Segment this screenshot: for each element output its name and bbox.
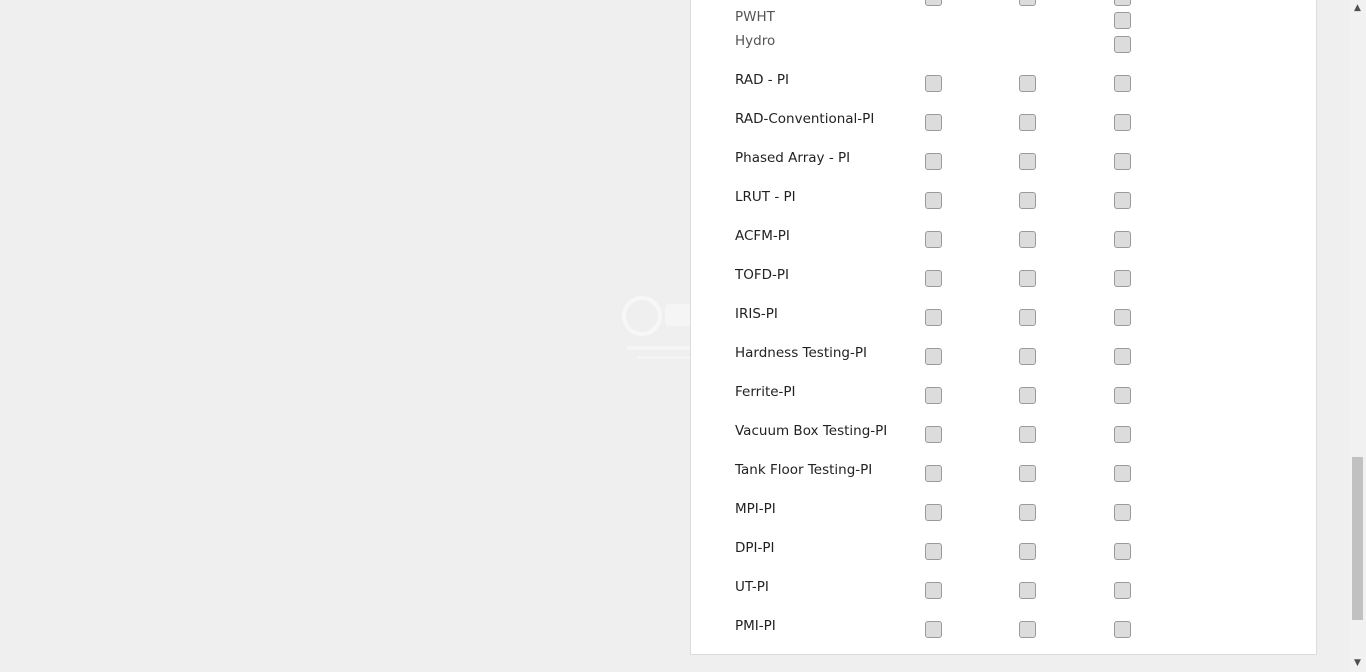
checkbox-col-2[interactable] bbox=[1019, 543, 1036, 560]
page: PWHT Hydro RAD - PI RAD-Conventional-PI … bbox=[0, 0, 1366, 672]
checkbox-col-1[interactable] bbox=[925, 75, 942, 92]
list-item-lrut-pi: LRUT - PI bbox=[735, 187, 1155, 211]
row-label: MPI-PI bbox=[735, 501, 776, 517]
list-item-rad-pi: RAD - PI bbox=[735, 70, 1155, 94]
checkbox-col-3[interactable] bbox=[1114, 192, 1131, 209]
checkbox-col-2[interactable] bbox=[1019, 504, 1036, 521]
row-label: Ferrite-PI bbox=[735, 384, 796, 400]
checkbox-col-1[interactable] bbox=[925, 270, 942, 287]
checkbox-col-2[interactable] bbox=[1019, 387, 1036, 404]
checkbox-col-2[interactable] bbox=[1019, 114, 1036, 131]
checkbox-col-2[interactable] bbox=[1019, 426, 1036, 443]
checkbox-col-1[interactable] bbox=[925, 426, 942, 443]
checkbox-col-3[interactable] bbox=[1114, 348, 1131, 365]
checkbox-col-3[interactable] bbox=[1114, 114, 1131, 131]
checkbox-col-3[interactable] bbox=[1114, 75, 1131, 92]
checkbox-col-1[interactable] bbox=[925, 309, 942, 326]
checkbox-col-3[interactable] bbox=[1114, 543, 1131, 560]
row-label: Hardness Testing-PI bbox=[735, 345, 867, 361]
checkbox-col-3[interactable] bbox=[1114, 621, 1131, 638]
list-item-vacuum-box-testing-pi: Vacuum Box Testing-PI bbox=[735, 421, 1155, 445]
list-item-mpi-pi: MPI-PI bbox=[735, 499, 1155, 523]
checkbox-col-2[interactable] bbox=[1019, 153, 1036, 170]
row-label: UT-PI bbox=[735, 579, 769, 595]
checkbox-col-3[interactable] bbox=[1114, 465, 1131, 482]
row-label: PMI-PI bbox=[735, 618, 776, 634]
row-label: LRUT - PI bbox=[735, 189, 796, 205]
checkbox-col-2[interactable] bbox=[1019, 348, 1036, 365]
scroll-down-icon[interactable]: ▼ bbox=[1349, 655, 1366, 672]
row-label: Hydro bbox=[735, 33, 776, 49]
checkbox-col-3[interactable] bbox=[1114, 270, 1131, 287]
list-item-rad-conventional-pi: RAD-Conventional-PI bbox=[735, 109, 1155, 133]
checkbox-col-2[interactable] bbox=[1019, 270, 1036, 287]
row-label: IRIS-PI bbox=[735, 306, 778, 322]
checkbox-pwht[interactable] bbox=[1114, 12, 1131, 29]
list-item-tank-floor-testing-pi: Tank Floor Testing-PI bbox=[735, 460, 1155, 484]
checkbox-col-2[interactable] bbox=[1019, 465, 1036, 482]
row-label: RAD-Conventional-PI bbox=[735, 111, 875, 127]
checkbox-top-c1[interactable] bbox=[925, 0, 942, 6]
vertical-scrollbar[interactable]: ▲ ▼ bbox=[1349, 0, 1366, 672]
checkbox-col-2[interactable] bbox=[1019, 621, 1036, 638]
checkbox-col-2[interactable] bbox=[1019, 309, 1036, 326]
scrollbar-thumb[interactable] bbox=[1352, 457, 1363, 620]
checkbox-col-1[interactable] bbox=[925, 621, 942, 638]
checkbox-col-2[interactable] bbox=[1019, 192, 1036, 209]
checkbox-col-2[interactable] bbox=[1019, 231, 1036, 248]
checkbox-col-1[interactable] bbox=[925, 387, 942, 404]
row-label: Vacuum Box Testing-PI bbox=[735, 423, 888, 439]
list-item-tofd-pi: TOFD-PI bbox=[735, 265, 1155, 289]
checkbox-col-1[interactable] bbox=[925, 192, 942, 209]
list-item-hardness-testing-pi: Hardness Testing-PI bbox=[735, 343, 1155, 367]
row-label: RAD - PI bbox=[735, 72, 790, 88]
row-label: ACFM-PI bbox=[735, 228, 790, 244]
checkbox-col-3[interactable] bbox=[1114, 231, 1131, 248]
checkbox-col-1[interactable] bbox=[925, 231, 942, 248]
checkbox-col-1[interactable] bbox=[925, 582, 942, 599]
checkbox-col-2[interactable] bbox=[1019, 75, 1036, 92]
checkbox-hydro[interactable] bbox=[1114, 36, 1131, 53]
checkbox-col-3[interactable] bbox=[1114, 153, 1131, 170]
checkbox-col-1[interactable] bbox=[925, 153, 942, 170]
list-item-iris-pi: IRIS-PI bbox=[735, 304, 1155, 328]
checkbox-col-1[interactable] bbox=[925, 543, 942, 560]
row-label: TOFD-PI bbox=[735, 267, 790, 283]
checkbox-col-1[interactable] bbox=[925, 504, 942, 521]
list-item-hydro: Hydro bbox=[735, 31, 1155, 55]
list-item-phased-array-pi: Phased Array - PI bbox=[735, 148, 1155, 172]
checkbox-col-1[interactable] bbox=[925, 114, 942, 131]
checkbox-col-2[interactable] bbox=[1019, 582, 1036, 599]
checkbox-col-3[interactable] bbox=[1114, 504, 1131, 521]
checkbox-top-c3[interactable] bbox=[1114, 0, 1131, 6]
checkbox-top-c2[interactable] bbox=[1019, 0, 1036, 6]
checkbox-col-3[interactable] bbox=[1114, 426, 1131, 443]
checkbox-col-1[interactable] bbox=[925, 348, 942, 365]
list-item-dpi-pi: DPI-PI bbox=[735, 538, 1155, 562]
row-label: PWHT bbox=[735, 9, 775, 25]
list-item-pwht: PWHT bbox=[735, 7, 1155, 31]
row-label: Phased Array - PI bbox=[735, 150, 851, 166]
list-item-ut-pi: UT-PI bbox=[735, 577, 1155, 601]
row-label: Tank Floor Testing-PI bbox=[735, 462, 873, 478]
checkbox-col-1[interactable] bbox=[925, 465, 942, 482]
list-item-ferrite-pi: Ferrite-PI bbox=[735, 382, 1155, 406]
row-label: DPI-PI bbox=[735, 540, 775, 556]
scroll-up-icon[interactable]: ▲ bbox=[1349, 0, 1366, 17]
list-item-pmi-pi: PMI-PI bbox=[735, 616, 1155, 640]
checkbox-col-3[interactable] bbox=[1114, 309, 1131, 326]
list-item-acfm-pi: ACFM-PI bbox=[735, 226, 1155, 250]
checkbox-col-3[interactable] bbox=[1114, 387, 1131, 404]
left-background bbox=[0, 0, 690, 672]
checkbox-col-3[interactable] bbox=[1114, 582, 1131, 599]
